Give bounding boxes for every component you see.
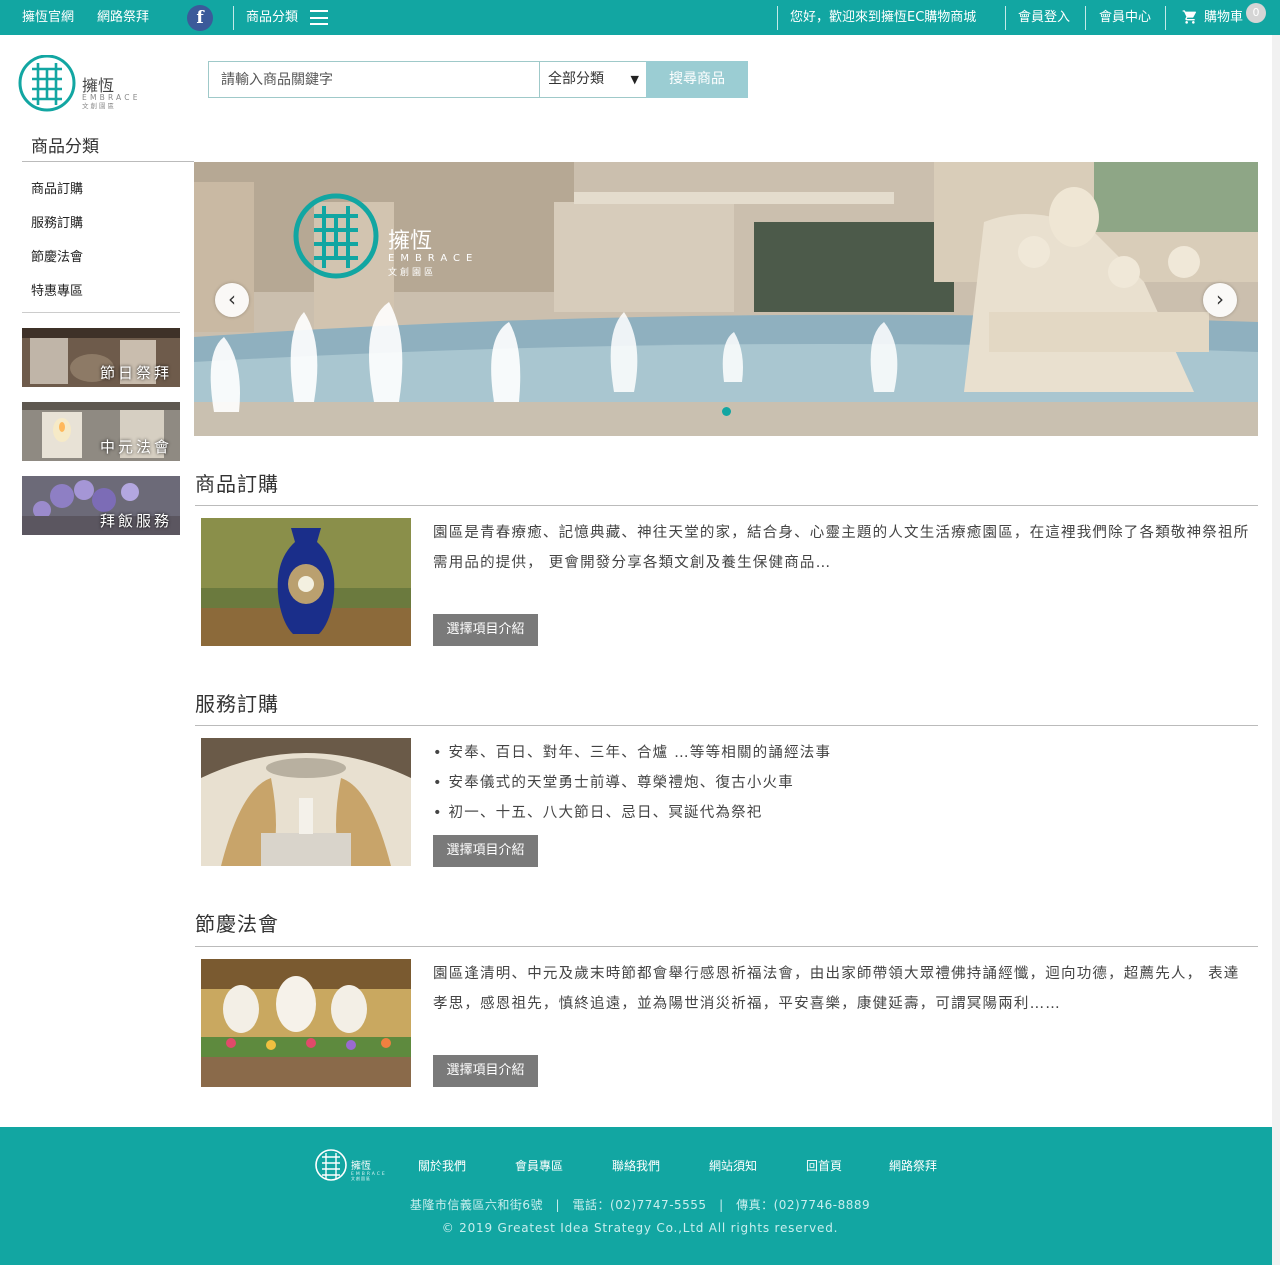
divider: [233, 6, 234, 30]
search-button[interactable]: 搜尋商品: [646, 61, 748, 98]
footer-link-terms[interactable]: 網站須知: [709, 1157, 757, 1174]
chevron-down-icon: ▼: [630, 73, 639, 86]
footer-link-members[interactable]: 會員專區: [515, 1157, 563, 1174]
official-site-link[interactable]: 擁恆官網: [22, 0, 74, 35]
category-select-value: 全部分類: [548, 71, 604, 87]
services-more-button[interactable]: 選擇項目介紹: [433, 835, 538, 867]
tile-label: 拜飯服務: [99, 512, 172, 530]
hero-carousel[interactable]: 擁恆 EMBRACE 文創園區: [194, 162, 1258, 436]
banner-logo-text: 擁恆: [388, 229, 432, 254]
divider: [195, 505, 1258, 506]
carousel-prev-button[interactable]: ‹: [215, 283, 249, 317]
hall-image: [201, 738, 411, 866]
tile-label: 節日祭拜: [99, 364, 172, 382]
section-desc-festival: 園區逢清明、中元及歲末時節都會舉行感恩祈福法會，由出家師帶領大眾禮佛持誦經懺，迴…: [433, 966, 1240, 1012]
search-input[interactable]: [208, 61, 540, 98]
footer-link-home[interactable]: 回首頁: [806, 1157, 842, 1174]
sidebar-item-festival[interactable]: 節慶法會: [31, 246, 83, 265]
online-worship-link[interactable]: 網路祭拜: [97, 0, 149, 35]
section-title-festival: 節慶法會: [195, 912, 279, 936]
vase-image: [201, 518, 411, 646]
divider: [195, 946, 1258, 947]
product-image[interactable]: [201, 518, 411, 646]
section-title-services: 服務訂購: [195, 692, 279, 716]
list-item: • 安奉儀式的天堂勇士前導、尊榮禮炮、復古小火車: [433, 775, 794, 791]
banner-logo-tagline: 文創園區: [388, 266, 436, 278]
categories-menu[interactable]: 商品分類: [246, 0, 298, 35]
divider: [22, 312, 180, 313]
service-image[interactable]: [201, 738, 411, 866]
sidebar-item-products[interactable]: 商品訂購: [31, 178, 83, 197]
divider: [1165, 6, 1166, 30]
divider: [1085, 6, 1086, 30]
member-center-link[interactable]: 會員中心: [1099, 0, 1151, 35]
footer-logo-text: 擁恆: [351, 1159, 371, 1172]
logo-tagline: 文創園區: [82, 101, 116, 110]
footer-copyright: © 2019 Greatest Idea Strategy Co.,Ltd Al…: [441, 1221, 839, 1235]
footer-link-contact[interactable]: 聯絡我們: [612, 1157, 660, 1174]
section-title-products: 商品訂購: [195, 472, 279, 496]
top-bar: 擁恆官網 網路祭拜 f 商品分類 您好，歡迎來到擁恆EC購物商城 會員登入 會員…: [0, 0, 1280, 35]
footer-address: 基隆市信義區六和街6號 | 電話：(02)7747-5555 | 傳真：(02)…: [409, 1198, 871, 1212]
logo-emblem-icon: [18, 55, 76, 112]
tile-festival-worship[interactable]: 節日祭拜: [22, 328, 180, 387]
divider: [22, 161, 194, 162]
cart-icon[interactable]: [1182, 9, 1198, 25]
carousel-indicator[interactable]: [722, 407, 731, 416]
festival-more-button[interactable]: 選擇項目介紹: [433, 1055, 538, 1087]
site-logo[interactable]: 擁恆 EMBRACE 文創園區: [18, 55, 168, 115]
list-item: • 初一、十五、八大節日、忌日、冥誕代為祭祀: [433, 805, 763, 821]
facebook-icon[interactable]: f: [187, 5, 213, 31]
footer-logo-icon: [315, 1149, 347, 1181]
footer-link-worship[interactable]: 網路祭拜: [889, 1157, 937, 1174]
service-bullet-list: • 安奉、百日、對年、三年、合爐 …等等相關的誦經法事 • 安奉儀式的天堂勇士前…: [433, 738, 831, 828]
logo-brand-en: EMBRACE: [82, 93, 141, 102]
tile-ghost-festival[interactable]: 中元法會: [22, 402, 180, 461]
banner-logo-en: EMBRACE: [388, 253, 478, 264]
divider: [1005, 6, 1006, 30]
scrollbar[interactable]: [1272, 35, 1280, 1265]
tile-label: 中元法會: [99, 438, 172, 456]
welcome-text: 您好，歡迎來到擁恆EC購物商城: [790, 10, 977, 25]
divider: [777, 6, 778, 30]
buddha-image: [201, 959, 411, 1087]
carousel-image: 擁恆 EMBRACE 文創園區: [194, 162, 1258, 436]
cart-link[interactable]: 購物車: [1204, 0, 1243, 35]
footer-logo[interactable]: 擁恆 EMBRACE 文創園區: [314, 1148, 404, 1182]
divider: [195, 725, 1258, 726]
list-item: • 安奉、百日、對年、三年、合爐 …等等相關的誦經法事: [433, 745, 832, 761]
login-link[interactable]: 會員登入: [1018, 0, 1070, 35]
sidebar-item-services[interactable]: 服務訂購: [31, 212, 83, 231]
category-select[interactable]: 全部分類 ▼: [539, 61, 647, 98]
tile-meal-offering[interactable]: 拜飯服務: [22, 476, 180, 535]
footer-logo-tagline: 文創園區: [351, 1175, 371, 1181]
menu-icon[interactable]: [310, 10, 328, 25]
products-more-button[interactable]: 選擇項目介紹: [433, 614, 538, 646]
sidebar-item-specials[interactable]: 特惠專區: [31, 280, 83, 299]
cart-count-badge: 0: [1246, 3, 1266, 23]
section-desc-products: 園區是青春療癒、記憶典藏、神往天堂的家，結合身、心靈主題的人文生活療癒園區，在這…: [433, 525, 1250, 571]
sidebar-title: 商品分類: [31, 137, 99, 157]
carousel-next-button[interactable]: ›: [1203, 283, 1237, 317]
festival-image[interactable]: [201, 959, 411, 1087]
footer-link-about[interactable]: 關於我們: [418, 1157, 466, 1174]
